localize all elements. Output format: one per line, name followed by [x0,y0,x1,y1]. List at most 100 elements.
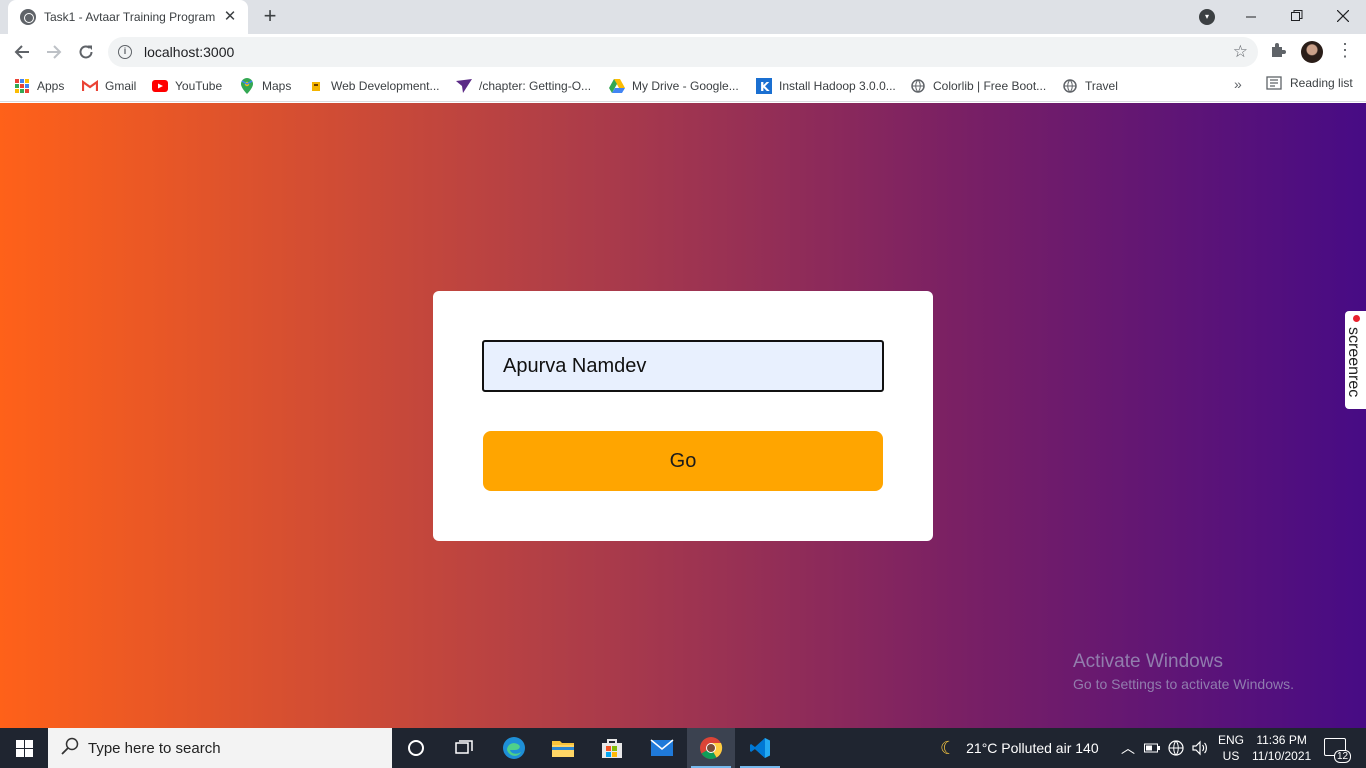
browser-tab-active[interactable]: Task1 - Avtaar Training Program ✕ [8,0,248,34]
folder-icon [308,78,324,94]
reading-list-label: Reading list [1290,76,1353,90]
more-bookmarks-chevron-icon[interactable]: » [1234,76,1242,92]
chrome-taskbar-button[interactable] [687,728,735,768]
file-explorer-button[interactable] [539,728,587,768]
bookmark-gmail[interactable]: Gmail [82,76,136,96]
back-button[interactable] [8,38,36,66]
browser-toolbar: i localhost:3000 ☆ ⋮ [0,34,1366,70]
tab-search-icon[interactable]: ▾ [1199,9,1215,25]
vscode-icon [750,738,770,758]
bookmark-label: Install Hadoop 3.0.0... [779,79,896,93]
page-background: Go screenrec Activate Windows Go to Sett… [0,103,1366,728]
bookmark-label: YouTube [175,79,223,93]
task-view-button[interactable] [440,728,488,768]
battery-icon[interactable] [1144,728,1160,768]
bookmark-icon [456,78,472,94]
bookmark-maps[interactable]: Maps [239,76,291,96]
record-dot-icon [1353,315,1360,322]
google-drive-icon [609,78,625,94]
search-icon [61,737,79,755]
moon-cloud-icon: ☾ [940,737,957,758]
forward-button[interactable] [40,38,68,66]
screenrec-label: screenrec [1345,327,1362,398]
watermark-subtitle: Go to Settings to activate Windows. [1073,676,1294,692]
cortana-button[interactable] [392,728,440,768]
taskbar-search-box[interactable]: Type here to search [48,728,392,768]
bookmark-label: /chapter: Getting-O... [479,79,592,93]
restore-button[interactable] [1274,0,1320,32]
bookmark-star-icon[interactable]: ☆ [1233,42,1248,62]
bookmark-colorlib[interactable]: Colorlib | Free Boot... [910,76,1046,96]
site-info-icon[interactable]: i [118,45,132,59]
bookmark-label: Apps [37,79,65,93]
vscode-taskbar-button[interactable] [736,728,784,768]
store-bag-icon [602,739,622,758]
youtube-icon [152,78,168,94]
gmail-icon [82,78,98,94]
name-card: Go [433,291,933,541]
bookmarks-bar: Apps Gmail YouTube Maps Web Development.… [0,70,1366,102]
cortana-circle-icon [408,740,424,756]
bookmark-my-drive[interactable]: My Drive - Google... [609,76,739,96]
network-globe-icon[interactable] [1168,728,1184,768]
close-window-button[interactable] [1320,0,1366,32]
search-placeholder: Type here to search [88,739,221,757]
task-view-icon [455,740,473,754]
bookmark-install-hadoop[interactable]: K Install Hadoop 3.0.0... [756,76,896,96]
name-input[interactable] [482,340,884,392]
minimize-icon [1245,16,1256,17]
windows-logo-icon [15,739,33,757]
edge-taskbar-button[interactable] [490,728,538,768]
bookmark-web-development[interactable]: Web Development... [308,76,440,96]
bookmark-label: Maps [262,79,292,93]
notification-count-badge: 12 [1334,750,1352,763]
tab-strip: Task1 - Avtaar Training Program ✕ + ▾ [0,0,1366,34]
svg-text:K: K [760,80,770,94]
screenrec-widget[interactable]: screenrec [1345,311,1366,409]
windows-taskbar: Type here to search ☾ 21°C Polluted air … [0,728,1366,768]
bookmark-apps[interactable]: Apps [14,76,64,96]
lang-line2: US [1222,749,1240,763]
minimize-button[interactable] [1228,0,1274,32]
folder-icon [552,741,574,757]
bookmark-travel[interactable]: Travel [1062,76,1118,96]
show-hidden-icons-chevron-icon[interactable]: ︿ [1121,728,1135,768]
edge-icon [503,737,525,759]
new-tab-button[interactable]: + [258,5,282,29]
profile-avatar[interactable] [1301,41,1323,63]
start-button[interactable] [0,728,48,768]
bookmark-label: My Drive - Google... [632,79,739,93]
mail-button[interactable] [638,728,686,768]
bookmark-chapter[interactable]: /chapter: Getting-O... [456,76,591,96]
reading-list-button[interactable]: Reading list [1266,76,1353,90]
url-text[interactable]: localhost:3000 [144,44,234,60]
bookmark-youtube[interactable]: YouTube [152,76,222,96]
lang-line1: ENG [1218,733,1245,747]
input-language[interactable]: ENG US [1218,732,1244,764]
address-bar[interactable]: i localhost:3000 ☆ [108,37,1258,67]
reload-button[interactable] [72,38,100,66]
close-icon [1337,10,1349,22]
extensions-puzzle-icon[interactable] [1270,42,1286,63]
chrome-menu-icon[interactable]: ⋮ [1336,40,1354,61]
apps-grid-icon [14,78,30,94]
weather-text: 21°C Polluted air 140 [966,740,1099,756]
clock-time: 11:36 PM [1256,733,1307,747]
k-icon: K [756,78,772,94]
puzzle-icon [1272,43,1286,57]
go-button[interactable]: Go [483,431,883,491]
bookmark-label: Travel [1085,79,1118,93]
globe-icon [1062,78,1078,94]
volume-icon[interactable] [1192,728,1208,768]
weather-widget[interactable]: ☾ 21°C Polluted air 140 [940,728,1099,768]
taskbar-clock[interactable]: 11:36 PM 11/10/2021 [1252,732,1311,764]
close-tab-button[interactable]: ✕ [222,9,238,25]
globe-icon [20,9,36,25]
clock-date: 11/10/2021 [1252,749,1312,763]
tab-title: Task1 - Avtaar Training Program [44,10,216,24]
bookmark-label: Colorlib | Free Boot... [933,79,1047,93]
globe-icon [910,78,926,94]
microsoft-store-button[interactable] [588,728,636,768]
maps-icon [239,78,255,94]
chrome-icon [700,737,723,759]
